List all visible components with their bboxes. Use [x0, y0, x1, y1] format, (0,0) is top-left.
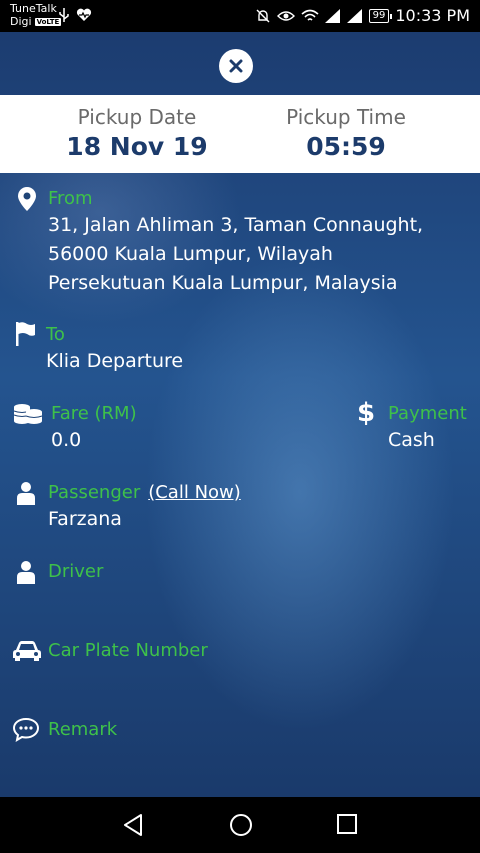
dollar-icon: $	[357, 398, 376, 428]
passenger-label: Passenger	[48, 482, 141, 503]
passenger-label-row: Passenger (Call Now)	[48, 481, 241, 505]
eye-icon	[276, 10, 295, 21]
system-nav-bar	[0, 797, 480, 853]
pickup-date-label: Pickup Date	[77, 105, 197, 129]
remark-label: Remark	[48, 719, 118, 740]
fare-label: Fare (RM)	[51, 403, 137, 424]
chat-bubble-icon	[13, 718, 39, 742]
location-pin-icon	[18, 187, 36, 211]
heart-pulse-icon	[76, 8, 92, 21]
passenger-value: Farzana	[48, 508, 122, 530]
signal-icon-1	[324, 8, 340, 23]
close-button[interactable]	[219, 49, 253, 83]
usb-icon	[59, 8, 69, 22]
pickup-time-block: Pickup Time 05:59	[236, 104, 456, 163]
payment-label: Payment	[388, 403, 467, 424]
mute-icon	[256, 9, 270, 22]
pickup-time-value: 05:59	[306, 132, 386, 161]
to-value: Klia Departure	[46, 350, 184, 372]
status-time: 10:33 PM	[395, 6, 470, 25]
payment-section: Payment Cash	[388, 402, 467, 455]
car-plate-label: Car Plate Number	[48, 640, 208, 661]
from-address-line-2: 56000 Kuala Lumpur, Wilayah	[48, 243, 333, 265]
status-bar: TuneTalk Digi VoLTE 99 10:33 PM	[0, 0, 480, 32]
from-label: From	[48, 188, 93, 209]
payment-value: Cash	[388, 429, 435, 451]
booking-detail-screen: Pickup Date 18 Nov 19 Pickup Time 05:59 …	[0, 32, 480, 797]
carrier-info: TuneTalk Digi VoLTE	[10, 2, 62, 28]
pickup-time-label: Pickup Time	[286, 105, 406, 129]
coins-icon	[13, 404, 43, 424]
driver-person-icon	[17, 561, 35, 584]
wifi-icon	[301, 9, 319, 21]
signal-icon-2	[346, 8, 362, 23]
driver-label: Driver	[48, 561, 104, 582]
home-nav-button[interactable]	[229, 813, 253, 837]
to-label: To	[46, 324, 65, 345]
close-icon	[229, 59, 243, 73]
battery-indicator: 99	[368, 8, 393, 23]
pickup-date-value: 18 Nov 19	[66, 132, 208, 161]
pickup-date-time-bar: Pickup Date 18 Nov 19 Pickup Time 05:59	[0, 95, 480, 173]
back-nav-button[interactable]	[122, 813, 144, 837]
remark-section: Remark	[48, 718, 117, 742]
from-section: From 31, Jalan Ahliman 3, Taman Connaugh…	[48, 187, 423, 298]
carrier-name-2: Digi	[10, 15, 32, 28]
recents-nav-button[interactable]	[336, 813, 358, 835]
to-section: To Klia Departure	[46, 323, 183, 376]
fare-section: Fare (RM) 0.0	[51, 402, 137, 455]
car-plate-section: Car Plate Number	[48, 639, 208, 663]
notification-icons	[58, 8, 92, 22]
from-address-line-1: 31, Jalan Ahliman 3, Taman Connaught,	[48, 214, 424, 236]
pickup-date-block: Pickup Date 18 Nov 19	[27, 104, 247, 163]
call-now-link[interactable]: (Call Now)	[148, 482, 241, 503]
passenger-section: Passenger (Call Now) Farzana	[48, 481, 241, 534]
carrier-name-1: TuneTalk	[10, 2, 57, 15]
flag-icon	[16, 322, 35, 346]
system-status-icons: 99 10:33 PM	[255, 6, 470, 25]
carrier-line-2: Digi VoLTE	[10, 15, 62, 28]
passenger-person-icon	[17, 482, 35, 505]
car-icon	[13, 641, 41, 661]
from-address-line-3: Persekutuan Kuala Lumpur, Malaysia	[48, 272, 398, 294]
fare-value: 0.0	[51, 429, 82, 451]
driver-section: Driver	[48, 560, 103, 584]
